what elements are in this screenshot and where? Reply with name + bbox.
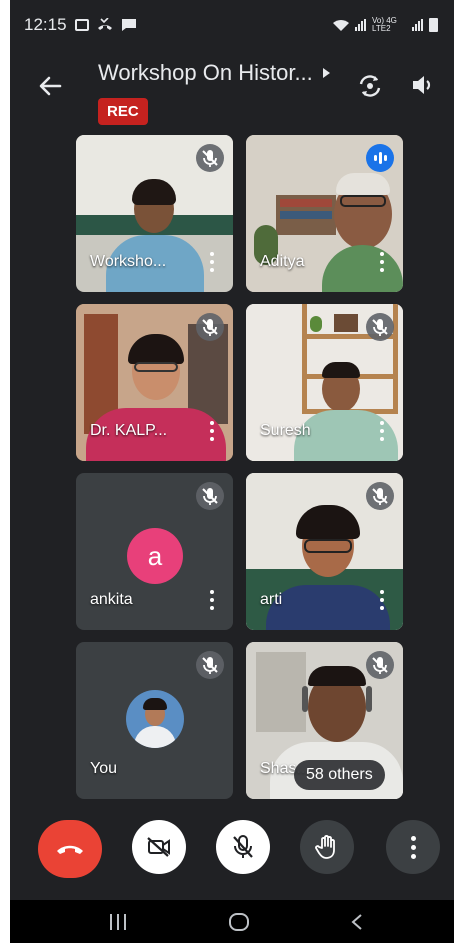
raise-hand-icon: [315, 835, 335, 859]
more-vert-icon[interactable]: [379, 252, 385, 272]
mic-off-icon: [196, 482, 224, 510]
avatar: a: [127, 528, 183, 584]
mic-off-icon: [196, 313, 224, 341]
missed-call-icon: [97, 18, 112, 30]
chat-icon: [121, 19, 136, 31]
mic-off-icon: [366, 313, 394, 341]
mic-off-icon: [196, 651, 224, 679]
more-vert-icon[interactable]: [209, 421, 215, 441]
mic-off-icon: [196, 144, 224, 172]
more-options-button[interactable]: [386, 820, 440, 874]
gallery-icon: [74, 19, 89, 31]
participant-name: arti: [260, 591, 283, 608]
mic-off-icon: [233, 835, 253, 858]
recording-badge: REC: [98, 98, 148, 125]
system-nav-bar: [10, 900, 454, 943]
mic-toggle-button[interactable]: [216, 820, 270, 874]
call-controls: [10, 820, 454, 884]
camera-toggle-button[interactable]: [132, 820, 186, 874]
signal-icon: [355, 19, 366, 31]
participant-name: You: [90, 760, 117, 777]
more-vert-icon[interactable]: [379, 421, 385, 441]
camera-off-icon: [147, 837, 170, 857]
participant-name: Suresh: [260, 422, 311, 439]
others-count-badge[interactable]: 58 others: [294, 760, 385, 790]
more-vert-icon[interactable]: [209, 590, 215, 610]
more-vert-icon[interactable]: [379, 590, 385, 610]
home-icon[interactable]: [228, 912, 250, 932]
wifi-icon: [333, 19, 349, 31]
back-arrow-icon[interactable]: [36, 72, 64, 100]
participant-tile[interactable]: Dr. KALP...: [76, 304, 233, 461]
meeting-title-button[interactable]: Workshop On Histor...: [98, 60, 330, 86]
more-vert-icon[interactable]: [209, 252, 215, 272]
call-header: Workshop On Histor... REC: [10, 52, 454, 132]
meet-screen: 12:15 Vo) 4G LTE2 Workshop On Histor... …: [10, 0, 454, 943]
participant-tile[interactable]: Suresh: [246, 304, 403, 461]
participant-tile[interactable]: arti: [246, 473, 403, 630]
chevron-right-icon: [322, 68, 330, 78]
meeting-title: Workshop On Histor...: [98, 60, 313, 85]
back-icon[interactable]: [350, 913, 364, 931]
phone-hangup-icon: [57, 845, 83, 854]
participant-name: Dr. KALP...: [90, 422, 168, 439]
participant-tile[interactable]: Worksho...: [76, 135, 233, 292]
end-call-button[interactable]: [38, 820, 102, 878]
raise-hand-button[interactable]: [300, 820, 354, 874]
avatar: [126, 690, 184, 748]
participant-name: Worksho...: [90, 253, 167, 270]
mic-off-icon: [366, 651, 394, 679]
status-bar: 12:15 Vo) 4G LTE2: [10, 0, 454, 52]
participant-tile-self[interactable]: You: [76, 642, 233, 799]
battery-icon: [429, 18, 438, 32]
speaking-indicator-icon: [366, 144, 394, 172]
network-label: Vo) 4G LTE2: [372, 16, 397, 33]
participant-name: ankita: [90, 591, 133, 608]
more-vert-icon: [410, 835, 416, 859]
signal-2-icon: [412, 19, 423, 31]
mic-off-icon: [366, 482, 394, 510]
participant-name: Aditya: [260, 253, 305, 270]
participant-tile[interactable]: a ankita: [76, 473, 233, 630]
switch-camera-icon[interactable]: [356, 72, 384, 100]
participant-tile[interactable]: Aditya: [246, 135, 403, 292]
speaker-icon[interactable]: [410, 72, 436, 98]
recent-apps-icon[interactable]: [108, 913, 128, 931]
clock: 12:15: [24, 15, 67, 34]
